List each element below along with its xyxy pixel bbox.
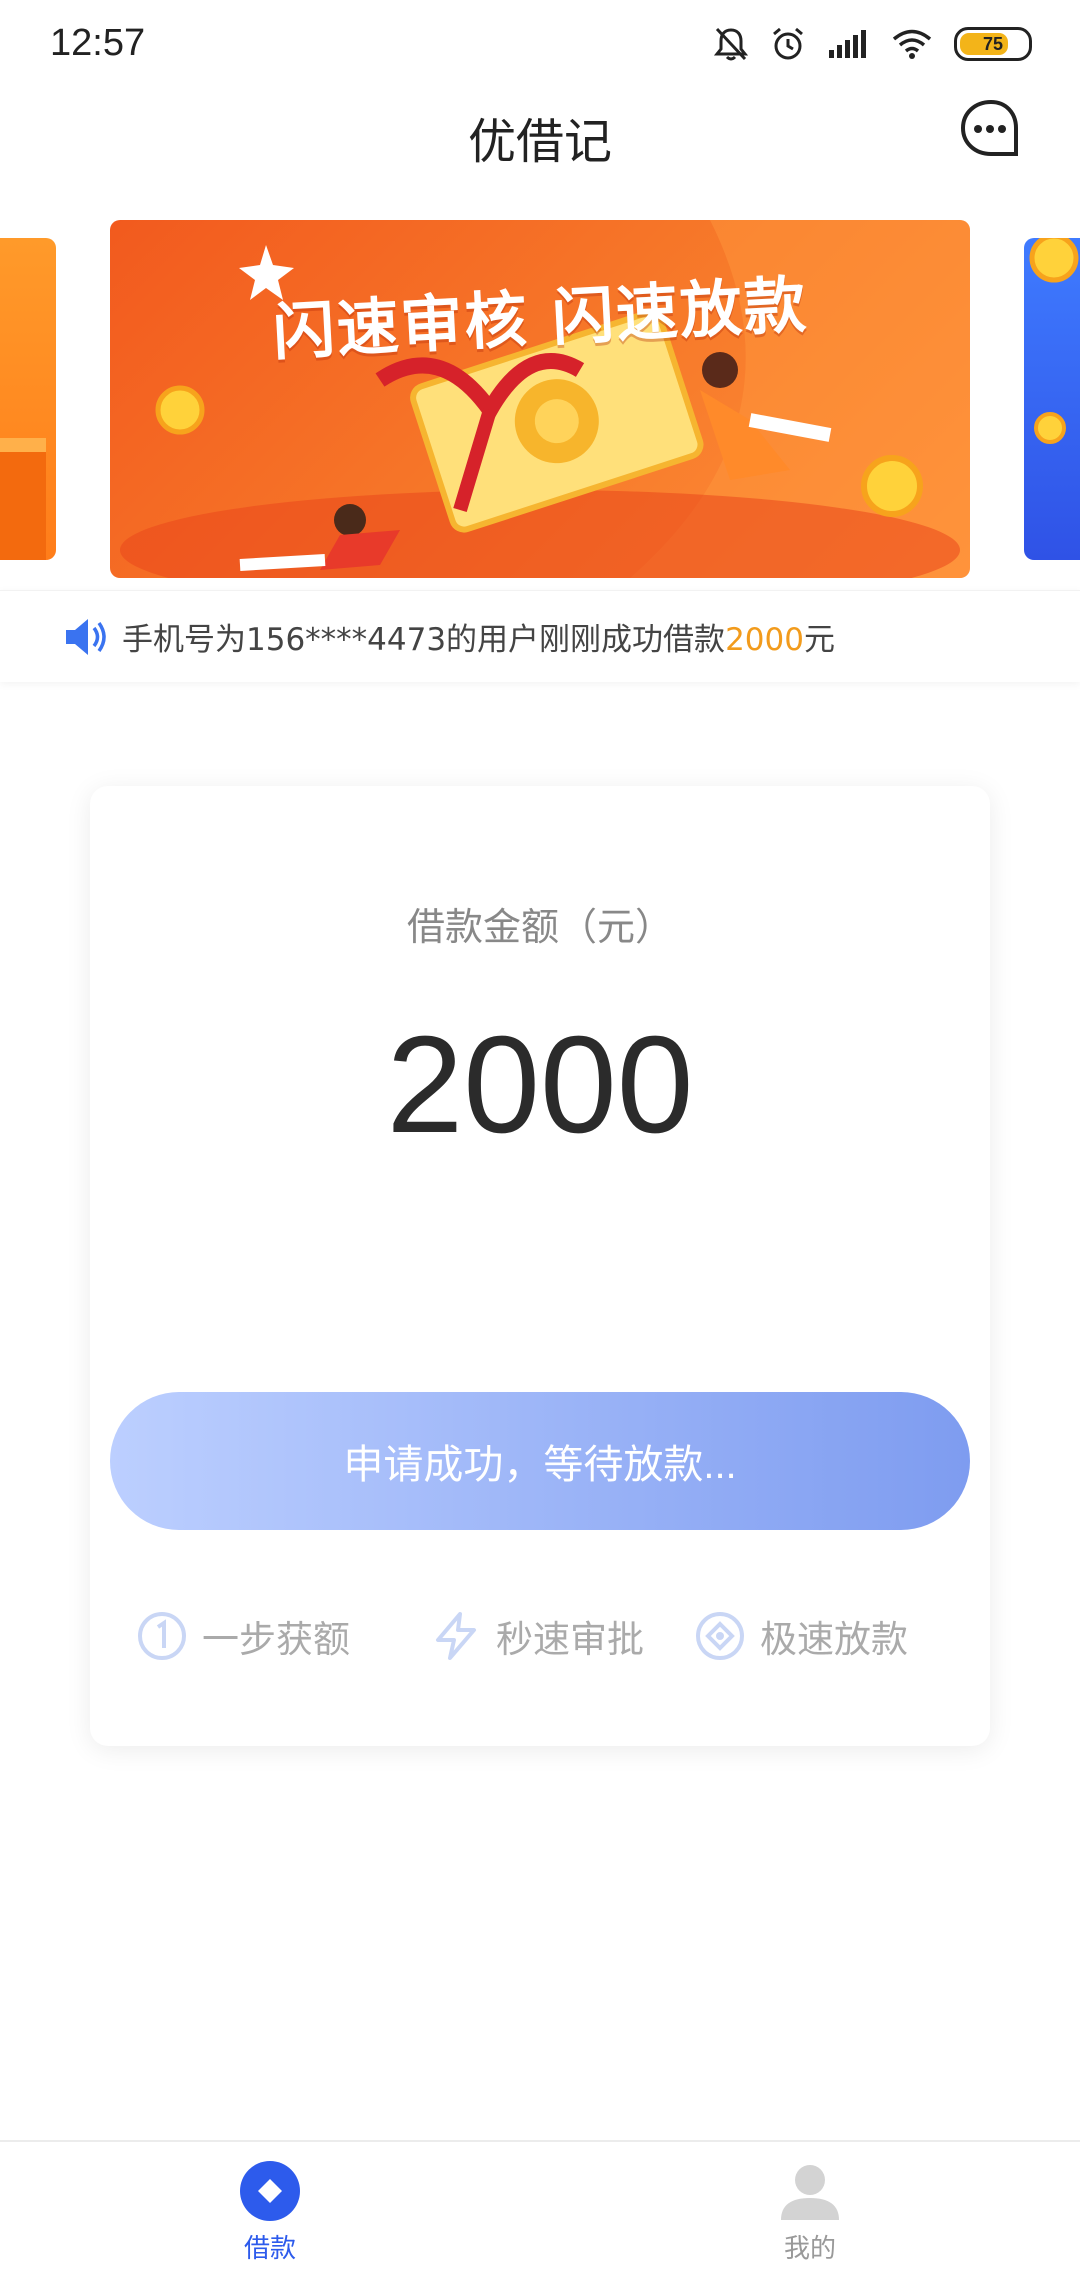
feature-label: 一步获额	[202, 1618, 350, 1661]
status-bar: 12:57 75	[0, 0, 1080, 88]
diamond-circle-icon	[696, 1612, 744, 1660]
ticker-suffix: 元	[803, 622, 835, 658]
loan-amount-label: 借款金额（元）	[406, 905, 673, 949]
feature-fast-approval: 秒速审批	[430, 1609, 644, 1663]
nav-label-loan: 借款	[243, 2234, 296, 2264]
ticker-amount: 2000	[725, 622, 804, 658]
status-time: 12:57	[50, 22, 146, 64]
banner-carousel[interactable]: 闪速审核 闪速放款	[0, 218, 1080, 580]
profile-icon	[781, 2165, 839, 2220]
nav-item-profile[interactable]: 我的	[730, 2160, 890, 2265]
wifi-icon	[892, 29, 932, 59]
chat-bubble-icon[interactable]	[958, 98, 1024, 164]
feature-fast-payout: 极速放款	[694, 1609, 908, 1663]
feature-label: 极速放款	[760, 1618, 908, 1661]
nav-label-profile: 我的	[783, 2234, 836, 2264]
battery-icon: 75	[954, 27, 1032, 61]
page-title: 优借记	[467, 114, 612, 170]
app-header: 优借记	[0, 88, 1080, 178]
loan-ticker: 手机号为156****4473的用户刚刚成功借款2000元	[0, 590, 1080, 682]
banner-prev-peek[interactable]	[0, 238, 56, 560]
ticker-text: 手机号为156****4473的用户刚刚成功借款2000元	[122, 614, 835, 659]
lightning-icon	[436, 1612, 476, 1660]
signal-icon	[829, 30, 866, 58]
feature-one-step: 一步获额	[136, 1609, 350, 1663]
apply-status-button[interactable]: 申请成功，等待放款...	[110, 1392, 970, 1530]
bell-muted-icon	[714, 27, 748, 61]
feature-list: 一步获额 秒速审批 极速放款	[90, 1606, 990, 1666]
loan-amount-value: 2000	[386, 1008, 694, 1162]
banner-next-peek[interactable]	[1024, 238, 1080, 560]
speaker-icon	[66, 618, 106, 655]
status-icons: 75	[714, 22, 1032, 66]
bottom-nav: 借款 我的	[0, 2140, 1080, 2280]
nav-item-loan[interactable]: 借款	[190, 2160, 350, 2265]
feature-label: 秒速审批	[496, 1618, 644, 1661]
battery-level: 75	[982, 33, 1004, 54]
loan-card: 借款金额（元） 2000 申请成功，等待放款... 一步获额 秒速审批 极速放款	[90, 786, 990, 1746]
banner-main[interactable]: 闪速审核 闪速放款	[110, 220, 970, 578]
loan-diamond-icon	[240, 2161, 300, 2221]
alarm-icon	[773, 27, 803, 60]
number-one-circle-icon	[138, 1612, 186, 1660]
ticker-prefix: 手机号为156****4473的用户刚刚成功借款	[122, 622, 726, 658]
